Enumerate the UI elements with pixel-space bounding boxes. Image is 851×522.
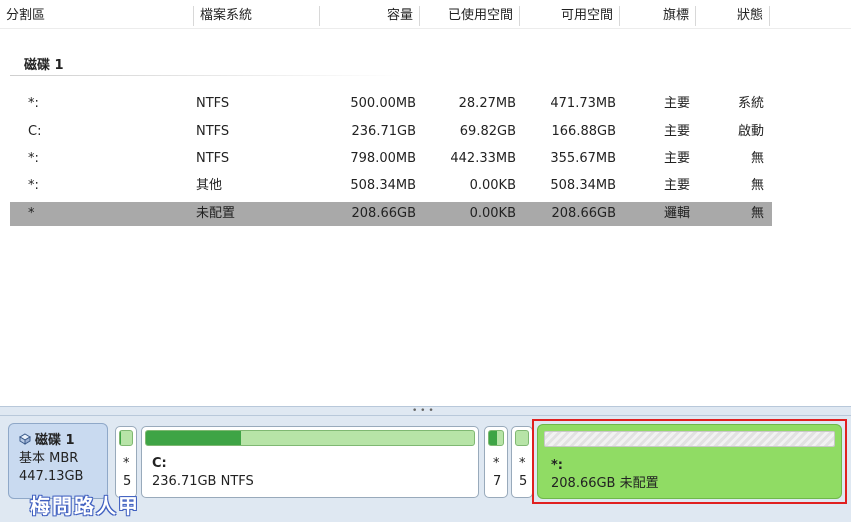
disk-size: 447.13GB: [19, 469, 84, 484]
row-used: 69.82GB: [459, 124, 516, 139]
disk-type: 基本 MBR: [19, 451, 79, 466]
partition-row[interactable]: *: NTFS 798.00MB 442.33MB 355.67MB 主要 無: [10, 147, 772, 171]
row-status: 啟動: [737, 124, 764, 139]
col-free[interactable]: 可用空間: [520, 6, 620, 26]
row-status: 無: [750, 206, 764, 221]
partition-block[interactable]: * 5: [115, 426, 137, 498]
disk-group-title: 磁碟 1: [24, 58, 64, 73]
row-free: 471.73MB: [550, 96, 616, 111]
unallocated-text: *: 208.66GB 未配置: [551, 458, 659, 491]
col-flag[interactable]: 旗標: [620, 6, 696, 26]
disk-name: 磁碟 1: [35, 433, 75, 448]
usage-bar: [119, 430, 133, 446]
partition-block-text: * 7: [493, 456, 502, 489]
usage-bar: [488, 430, 504, 446]
usage-bar: [145, 430, 475, 446]
row-partition: *:: [28, 151, 39, 166]
row-free: 355.67MB: [550, 151, 616, 166]
row-filesystem: 未配置: [196, 206, 236, 221]
partition-block-text: C: 236.71GB NTFS: [152, 456, 254, 489]
usage-fill: [489, 431, 497, 445]
row-flag: 主要: [663, 96, 690, 111]
row-flag: 邏輯: [663, 206, 690, 221]
pane-splitter[interactable]: • • •: [0, 406, 851, 416]
row-used: 0.00KB: [469, 178, 516, 193]
row-partition: C:: [28, 124, 42, 139]
partition-block-text: * 5: [123, 456, 132, 489]
col-capacity[interactable]: 容量: [320, 6, 420, 26]
row-free: 166.88GB: [551, 124, 616, 139]
row-capacity: 508.34MB: [350, 178, 416, 193]
splitter-grip-icon[interactable]: • • •: [412, 407, 434, 416]
column-header: 分割區 檔案系統 容量 已使用空間 可用空間 旗標 狀態: [0, 0, 851, 29]
row-filesystem: NTFS: [196, 96, 230, 111]
row-flag: 主要: [663, 124, 690, 139]
row-capacity: 208.66GB: [351, 206, 416, 221]
row-used: 28.27MB: [458, 96, 516, 111]
unallocated-block[interactable]: *: 208.66GB 未配置: [537, 424, 842, 499]
usage-fill: [120, 431, 121, 445]
row-capacity: 236.71GB: [351, 124, 416, 139]
col-filesystem[interactable]: 檔案系統: [194, 6, 320, 26]
row-used: 442.33MB: [450, 151, 516, 166]
disk-group-divider: [10, 75, 405, 76]
row-status: 無: [750, 178, 764, 193]
row-free: 508.34MB: [550, 178, 616, 193]
partition-block-c[interactable]: C: 236.71GB NTFS: [141, 426, 479, 498]
partition-block[interactable]: * 5: [511, 426, 533, 498]
row-partition: *: [28, 206, 35, 221]
col-status[interactable]: 狀態: [696, 6, 770, 26]
row-capacity: 500.00MB: [350, 96, 416, 111]
usage-bar: [515, 430, 529, 446]
partition-row[interactable]: C: NTFS 236.71GB 69.82GB 166.88GB 主要 啟動: [10, 120, 772, 144]
row-partition: *:: [28, 178, 39, 193]
col-used[interactable]: 已使用空間: [420, 6, 520, 26]
row-status: 無: [750, 151, 764, 166]
partition-row-selected[interactable]: * 未配置 208.66GB 0.00KB 208.66GB 邏輯 無: [10, 202, 772, 226]
row-filesystem: 其他: [196, 178, 223, 193]
row-flag: 主要: [663, 151, 690, 166]
usage-fill: [146, 431, 242, 445]
partition-block-text: * 5: [519, 456, 528, 489]
row-partition: *:: [28, 96, 39, 111]
row-capacity: 798.00MB: [350, 151, 416, 166]
unallocated-bar: [544, 431, 835, 447]
partition-row[interactable]: *: NTFS 500.00MB 28.27MB 471.73MB 主要 系統: [10, 92, 772, 116]
partition-row[interactable]: *: 其他 508.34MB 0.00KB 508.34MB 主要 無: [10, 174, 772, 198]
col-partition[interactable]: 分割區: [0, 6, 194, 26]
row-flag: 主要: [663, 178, 690, 193]
row-used: 0.00KB: [469, 206, 516, 221]
watermark-logo: 梅問路人甲: [30, 494, 140, 518]
partition-block[interactable]: * 7: [484, 426, 508, 498]
row-filesystem: NTFS: [196, 151, 230, 166]
row-filesystem: NTFS: [196, 124, 230, 139]
unallocated-highlight: *: 208.66GB 未配置: [532, 419, 847, 504]
row-status: 系統: [737, 96, 764, 111]
disk-info-card[interactable]: 磁碟 1 基本 MBR 447.13GB: [8, 423, 108, 499]
row-free: 208.66GB: [551, 206, 616, 221]
disk-icon: [19, 433, 31, 445]
